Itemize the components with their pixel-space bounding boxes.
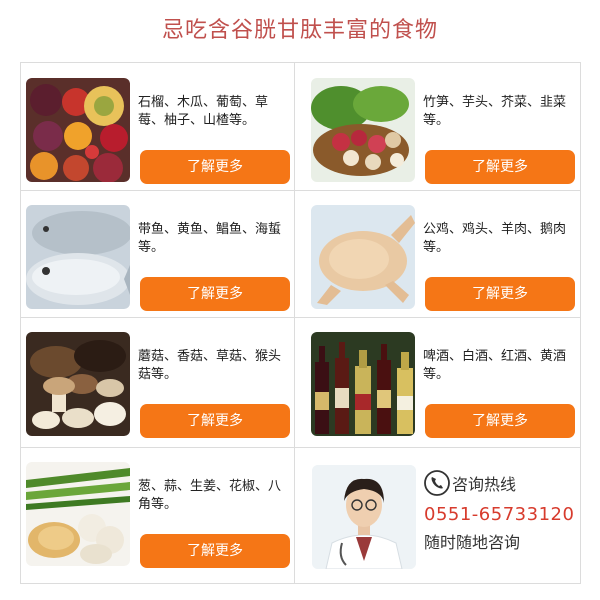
food-list-text: 啤酒、白酒、红酒、黄酒等。 — [423, 349, 567, 382]
chicken-image — [311, 205, 415, 309]
spices-image — [26, 462, 130, 566]
food-card-meat: 公鸡、鸡头、羊肉、鹅肉等。 了解更多 — [305, 195, 580, 315]
grid-divider-row-3 — [20, 447, 581, 448]
vegetables-basket-image — [311, 78, 415, 182]
contact-block: 咨询热线 0551-65733120 随时随地咨询 — [424, 470, 584, 553]
learn-more-button[interactable]: 了解更多 — [140, 404, 290, 438]
page-title: 忌吃含谷胱甘肽丰富的食物 — [161, 18, 438, 43]
grid-divider-row-1 — [20, 190, 581, 191]
learn-more-button[interactable]: 了解更多 — [140, 150, 290, 184]
learn-more-button[interactable]: 了解更多 — [140, 534, 290, 568]
alcohol-bottles-image — [311, 332, 415, 436]
consult-anytime-text: 随时随地咨询 — [424, 533, 521, 552]
food-list-text: 竹笋、芋头、芥菜、韭菜等。 — [423, 95, 567, 128]
food-list-text: 葱、蒜、生姜、花椒、八角等。 — [138, 479, 282, 512]
mushrooms-image — [26, 332, 130, 436]
food-list-text: 石榴、木瓜、葡萄、草莓、柚子、山楂等。 — [138, 95, 269, 128]
food-list-text: 公鸡、鸡头、羊肉、鹅肉等。 — [423, 222, 567, 255]
food-card-fruits: 石榴、木瓜、葡萄、草莓、柚子、山楂等。 了解更多 — [20, 68, 295, 188]
phone-number[interactable]: 0551-65733120 — [424, 504, 584, 525]
learn-more-button[interactable]: 了解更多 — [425, 404, 575, 438]
food-card-spices: 葱、蒜、生姜、花椒、八角等。 了解更多 — [20, 452, 295, 572]
learn-more-button[interactable]: 了解更多 — [425, 150, 575, 184]
grid-divider-row-2 — [20, 317, 581, 318]
phone-icon — [424, 470, 450, 496]
learn-more-button[interactable]: 了解更多 — [425, 277, 575, 311]
hotline-row: 咨询热线 — [424, 470, 584, 496]
fish-image — [26, 205, 130, 309]
food-list-text: 蘑菇、香菇、草菇、猴头菇等。 — [138, 349, 282, 382]
food-list-text: 带鱼、黄鱼、鲳鱼、海蜇等。 — [138, 222, 282, 255]
food-card-fish: 带鱼、黄鱼、鲳鱼、海蜇等。 了解更多 — [20, 195, 295, 315]
food-card-alcohol: 啤酒、白酒、红酒、黄酒等。 了解更多 — [305, 322, 580, 442]
food-card-vegetables: 竹笋、芋头、芥菜、韭菜等。 了解更多 — [305, 68, 580, 188]
hotline-label: 咨询热线 — [452, 475, 517, 494]
food-card-mushrooms: 蘑菇、香菇、草菇、猴头菇等。 了解更多 — [20, 322, 295, 442]
doctor-portrait — [312, 465, 416, 569]
learn-more-button[interactable]: 了解更多 — [140, 277, 290, 311]
fruit-basket-image — [26, 78, 130, 182]
